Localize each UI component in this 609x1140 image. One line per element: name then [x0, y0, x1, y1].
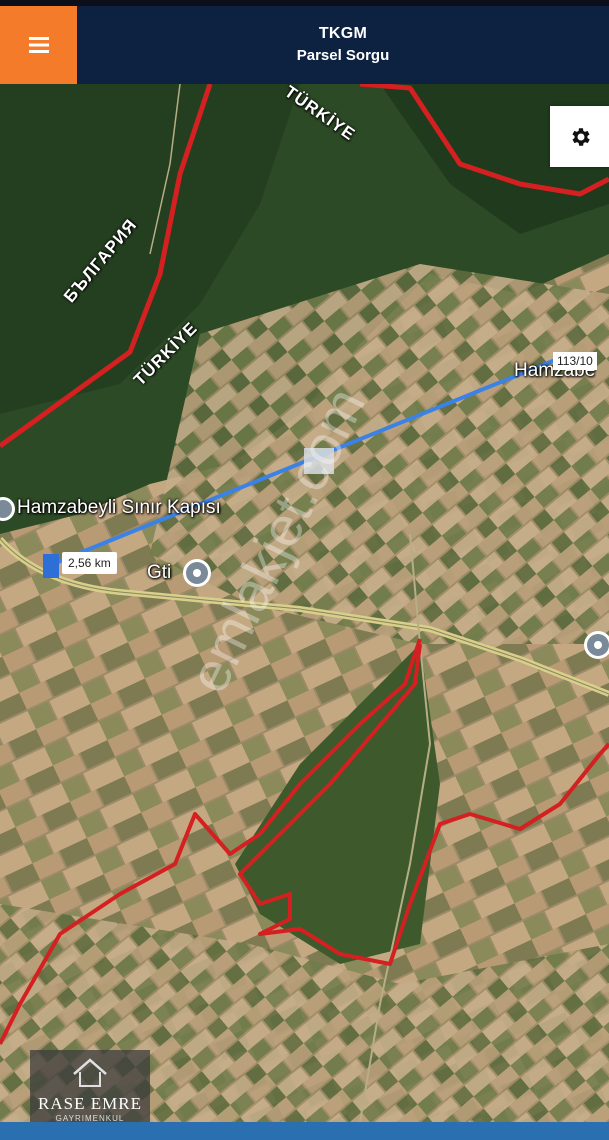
settings-button[interactable] — [550, 106, 609, 167]
label-gti: Gti — [147, 562, 172, 583]
map-imagery — [0, 84, 609, 1122]
agency-logo: RASE EMRE GAYRIMENKUL — [30, 1050, 150, 1122]
bottom-bar — [0, 1122, 609, 1140]
app-header: TKGM Parsel Sorgu — [0, 6, 609, 84]
distance-label: 2,56 km — [62, 552, 117, 574]
satellite-map[interactable]: БЪЛГАРИЯ TÜRKİYE TÜRKİYE Hamzabeyli Sını… — [0, 84, 609, 1122]
parcel-number-label: 113/10 — [553, 352, 597, 370]
page-title: TKGM — [318, 25, 368, 42]
measure-midpoint[interactable] — [304, 448, 334, 474]
logo-subtitle: GAYRIMENKUL — [55, 1114, 125, 1122]
menu-button[interactable] — [0, 6, 77, 84]
map-pin-icon[interactable] — [183, 559, 211, 587]
house-icon — [73, 1058, 107, 1087]
header-titles: TKGM Parsel Sorgu — [77, 6, 609, 84]
measure-start-handle[interactable] — [43, 554, 59, 578]
label-border-crossing: Hamzabeyli Sınır Kapısı — [17, 497, 221, 518]
logo-name: RASE EMRE — [38, 1094, 142, 1113]
gear-icon — [571, 127, 590, 146]
page-subtitle: Parsel Sorgu — [296, 47, 390, 64]
hamburger-icon — [28, 37, 49, 53]
